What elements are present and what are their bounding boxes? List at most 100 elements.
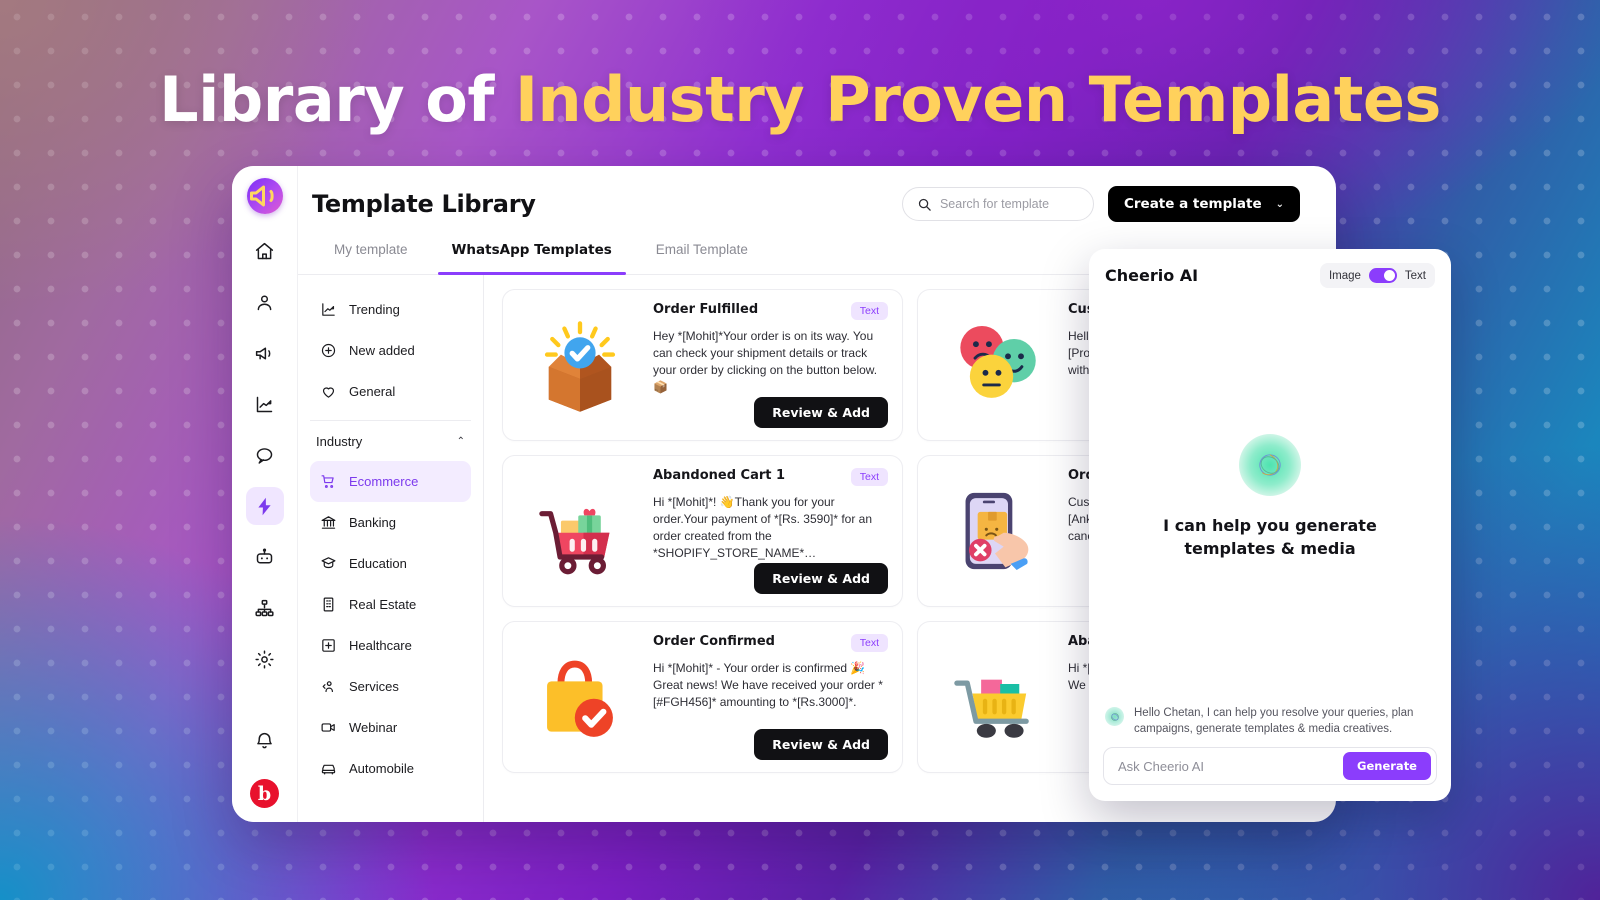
gear-icon — [255, 649, 274, 669]
tab-my-template[interactable]: My template — [312, 242, 430, 274]
sidebar-item-campaigns[interactable] — [246, 334, 284, 372]
cheerio-ai-panel: Cheerio AI Image Text I can help you gen… — [1089, 249, 1451, 801]
phone-cancel-icon — [932, 468, 1058, 594]
sitemap-icon — [255, 599, 274, 616]
toggle-switch[interactable] — [1368, 268, 1397, 283]
cheerio-orb-icon — [1239, 433, 1301, 496]
user-icon — [257, 294, 272, 310]
industry-item-webinar[interactable]: Webinar — [310, 707, 471, 748]
video-camera-icon — [321, 723, 335, 732]
industry-item-healthcare[interactable]: Healthcare — [310, 625, 471, 666]
image-text-toggle[interactable]: Image Text — [1319, 263, 1435, 288]
tab-email-template[interactable]: Email Template — [634, 242, 770, 274]
cheerio-ai-stage: I can help you generate templates & medi… — [1089, 294, 1451, 699]
bolt-icon — [258, 497, 271, 515]
ask-cheerio-input[interactable]: Ask Cheerio AI Generate — [1103, 747, 1437, 785]
headline-plain: Library of — [159, 63, 515, 136]
create-template-button[interactable]: Create a template ⌄ — [1107, 186, 1300, 222]
review-and-add-button[interactable]: Review & Add — [754, 397, 888, 428]
industry-item-education[interactable]: Education — [310, 543, 471, 584]
industry-group-header[interactable]: Industry ⌃ — [310, 421, 471, 461]
industry-label: Real Estate — [349, 597, 417, 612]
template-body: Hi *[Mohit]*! 👋Thank you for your order.… — [653, 495, 873, 560]
template-card-main: Abandoned Cart 1 Text Hi *[Mohit]*! 👋Tha… — [653, 468, 888, 594]
analytics-icon — [256, 396, 273, 412]
status-badge: Text — [850, 634, 888, 652]
template-card-head: Order Fulfilled Text — [653, 302, 888, 320]
rail-bottom-group: b — [246, 722, 284, 822]
template-card[interactable]: Order Fulfilled Text Hey *[Mohit]*Your o… — [502, 289, 903, 441]
template-card[interactable]: Abandoned Cart 1 Text Hi *[Mohit]*! 👋Tha… — [502, 455, 903, 607]
car-icon — [321, 764, 336, 775]
sidebar-item-bot[interactable] — [246, 538, 284, 576]
toggle-label-image: Image — [1328, 269, 1361, 282]
industry-label: Automobile — [349, 761, 415, 776]
cheerio-ai-input-row: Ask Cheerio AI Generate — [1089, 747, 1451, 801]
left-icon-rail: b — [232, 166, 298, 822]
create-template-label: Create a template — [1123, 196, 1262, 212]
sidebar-item-settings[interactable] — [246, 640, 284, 678]
industry-item-banking[interactable]: Banking — [310, 502, 471, 543]
sidebar-item-analytics[interactable] — [246, 385, 284, 423]
people-icon — [322, 681, 333, 693]
category-label: General — [349, 384, 396, 399]
industry-label: Webinar — [349, 720, 398, 735]
category-item-trending[interactable]: Trending — [310, 289, 471, 330]
industry-label: Ecommerce — [349, 474, 419, 489]
category-label: New added — [349, 343, 415, 358]
notifications-button[interactable] — [246, 722, 284, 760]
template-card[interactable]: Order Confirmed Text Hi *[Mohit]* - Your… — [502, 621, 903, 773]
beats-logo-icon[interactable]: b — [250, 779, 279, 808]
status-badge: Text — [850, 302, 888, 320]
building-icon — [323, 597, 334, 612]
industry-label: Education — [349, 556, 407, 571]
bell-icon — [257, 732, 272, 748]
open-box-check-icon — [517, 302, 643, 428]
trending-chart-icon — [322, 303, 335, 316]
template-title: Order Fulfilled — [653, 302, 759, 317]
cheerio-ai-stage-text: I can help you generate templates & medi… — [1163, 515, 1377, 558]
template-card-foot: Review & Add — [653, 563, 888, 594]
search-icon — [918, 198, 931, 211]
review-and-add-button[interactable]: Review & Add — [754, 729, 888, 760]
category-label: Trending — [349, 302, 400, 317]
chat-icon — [256, 447, 273, 464]
search-input[interactable]: Search for template — [901, 187, 1094, 221]
headline-accent: Industry Proven Templates — [514, 63, 1441, 136]
template-card-main: Order Confirmed Text Hi *[Mohit]* - Your… — [653, 634, 888, 760]
page-title: Template Library — [312, 190, 536, 218]
sidebar-item-workflows[interactable] — [246, 589, 284, 627]
review-and-add-button[interactable]: Review & Add — [754, 563, 888, 594]
industry-item-automobile[interactable]: Automobile — [310, 748, 471, 789]
robot-icon — [256, 548, 273, 563]
template-card-foot: Review & Add — [653, 729, 888, 760]
sidebar-item-home[interactable] — [246, 232, 284, 270]
megaphone-icon — [255, 347, 271, 359]
cheerio-ai-hint-text: Hello Chetan, I can help you resolve you… — [1134, 707, 1414, 735]
industry-item-services[interactable]: Services — [310, 666, 471, 707]
sidebar-item-automation[interactable] — [245, 487, 284, 525]
template-card-head: Abandoned Cart 1 Text — [653, 468, 888, 486]
shopping-bag-check-icon — [517, 634, 643, 760]
template-title: Order Confirmed — [653, 634, 775, 649]
template-card-foot: Review & Add — [653, 397, 888, 428]
template-body: Hi *[Mohit]* - Your order is confirmed 🎉… — [653, 661, 883, 709]
category-item-new-added[interactable]: New added — [310, 330, 471, 371]
template-card-main: Order Fulfilled Text Hey *[Mohit]*Your o… — [653, 302, 888, 428]
sidebar-item-contacts[interactable] — [246, 283, 284, 321]
industry-item-real-estate[interactable]: Real Estate — [310, 584, 471, 625]
cheerio-small-orb-icon — [1105, 707, 1124, 726]
tab-whatsapp-templates[interactable]: WhatsApp Templates — [430, 242, 634, 275]
page-headline: Library of Industry Proven Templates — [0, 62, 1600, 138]
category-item-general[interactable]: General — [310, 371, 471, 412]
cheerio-ai-title: Cheerio AI — [1105, 266, 1199, 285]
cheerio-ai-header: Cheerio AI Image Text — [1089, 249, 1451, 294]
megaphone-sparkle-logo-icon[interactable] — [246, 178, 283, 214]
ask-cheerio-placeholder: Ask Cheerio AI — [1118, 758, 1204, 774]
industry-group-label: Industry — [316, 433, 363, 449]
industry-label: Banking — [349, 515, 396, 530]
generate-button[interactable]: Generate — [1343, 752, 1431, 780]
medical-plus-icon — [322, 639, 335, 652]
sidebar-item-chats[interactable] — [246, 436, 284, 474]
industry-item-ecommerce[interactable]: Ecommerce — [310, 461, 471, 502]
